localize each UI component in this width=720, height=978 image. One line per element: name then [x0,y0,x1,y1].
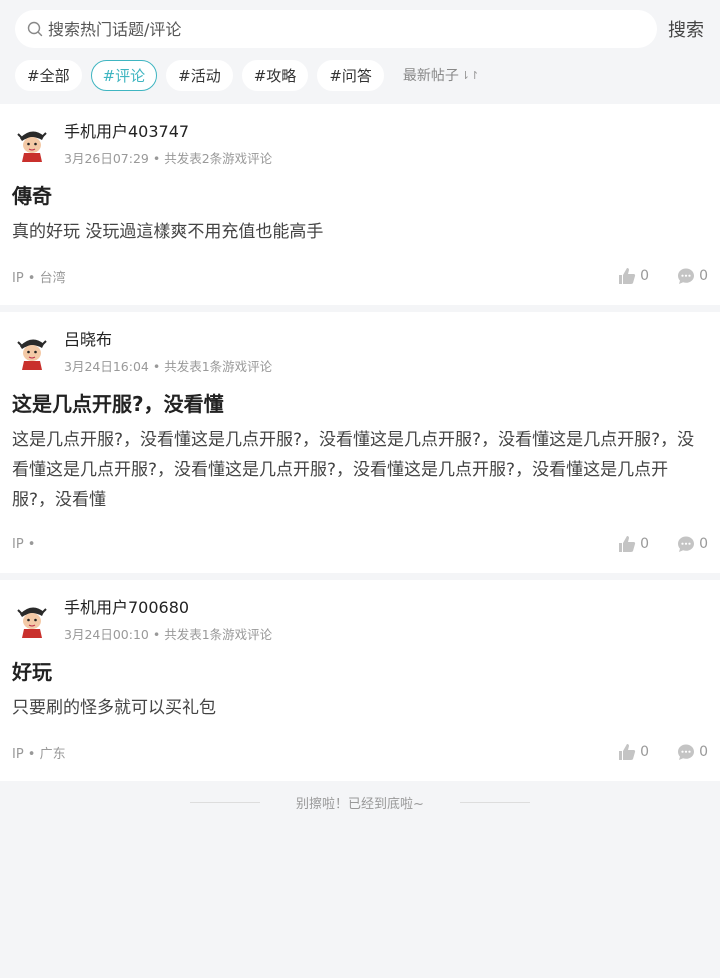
comment-icon [678,268,695,284]
search-input[interactable] [48,19,608,39]
post-body: 这是几点开服?，没看懂这是几点开服?，没看懂这是几点开服?，没看懂这是几点开服?… [12,430,695,510]
post-title: 好玩 [12,660,52,684]
post-card[interactable]: 手机用户700680 3月24日00:10 • 共发表1条游戏评论 好玩 只要刷… [0,580,720,781]
post-meta: 3月24日16:04 • 共发表1条游戏评论 [64,359,273,374]
comment-button[interactable]: 0 [677,743,708,761]
comment-button[interactable]: 0 [677,535,708,553]
post-title: 傳奇 [12,184,52,208]
post-footer: IP • 台湾 0 0 [12,247,708,305]
post-username[interactable]: 吕晓布 [64,326,272,350]
tag-all[interactable]: #全部 [15,59,82,91]
post-actions: 0 0 [590,743,708,761]
divider-line [190,801,261,803]
post-meta: 3月26日07:29 • 共发表2条游戏评论 [64,151,273,166]
post-card[interactable]: 手机用户403747 3月26日07:29 • 共发表2条游戏评论 傳奇 真的好… [0,104,720,305]
tag-filter-bar: #全部 #评论 #活动 #攻略 #问答 最新帖子 ⇂↾ [15,59,706,91]
avatar[interactable] [12,124,52,164]
post-title: 这是几点开服?，没看懂 [12,392,224,416]
post-ip-location: IP • [12,536,36,552]
thumbs-up-icon [619,268,636,284]
post-list: 手机用户403747 3月26日07:29 • 共发表2条游戏评论 傳奇 真的好… [0,104,720,781]
post-header: 手机用户700680 3月24日00:10 • 共发表1条游戏评论 [12,596,708,643]
search-button[interactable]: 搜索 [668,16,704,42]
divider-line [459,801,530,803]
post-footer: IP • 0 0 [12,515,708,573]
comment-count: 0 [699,744,708,760]
comment-icon [678,744,695,760]
avatar[interactable] [12,332,52,372]
search-icon [27,21,43,37]
like-count: 0 [640,268,650,284]
tag-qa[interactable]: #问答 [317,59,384,91]
avatar[interactable] [12,600,52,640]
post-username[interactable]: 手机用户700680 [64,594,272,618]
thumbs-up-icon [619,536,636,552]
like-button[interactable]: 0 [618,535,649,553]
post-card[interactable]: 吕晓布 3月24日16:04 • 共发表1条游戏评论 这是几点开服?，没看懂 这… [0,312,720,573]
sort-toggle[interactable]: 最新帖子 ⇂↾ [403,65,479,85]
like-count: 0 [640,744,650,760]
thumbs-up-icon [619,744,636,760]
post-body: 只要刷的怪多就可以买礼包 [12,698,216,718]
sort-label: 最新帖子 [402,68,459,84]
like-button[interactable]: 0 [618,743,649,761]
post-ip-location: IP • 台湾 [12,270,66,286]
comment-button[interactable]: 0 [677,267,708,285]
tag-events[interactable]: #活动 [166,59,233,91]
comment-icon [678,536,695,552]
search-row: 搜索 [15,10,706,48]
post-header: 吕晓布 3月24日16:04 • 共发表1条游戏评论 [12,328,708,375]
end-of-list-text: 别擦啦！已经到底啦~ [296,796,424,812]
post-body: 真的好玩 没玩過這樣爽不用充值也能高手 [12,222,324,242]
post-meta: 3月24日00:10 • 共发表1条游戏评论 [64,627,273,642]
tag-comments[interactable]: #评论 [90,59,158,91]
like-count: 0 [640,536,650,552]
like-button[interactable]: 0 [618,267,649,285]
post-footer: IP • 广东 0 0 [12,723,708,781]
comment-count: 0 [699,268,708,284]
post-actions: 0 0 [590,267,708,285]
sort-arrows-icon: ⇂↾ [460,68,480,82]
post-ip-location: IP • 广东 [12,746,66,762]
post-actions: 0 0 [590,535,708,553]
post-header: 手机用户403747 3月26日07:29 • 共发表2条游戏评论 [12,120,708,167]
post-username[interactable]: 手机用户403747 [64,118,272,142]
top-bar: 搜索 #全部 #评论 #活动 #攻略 #问答 最新帖子 ⇂↾ [0,0,720,104]
comment-count: 0 [699,536,708,552]
search-box[interactable] [15,10,657,48]
tag-guides[interactable]: #攻略 [241,59,309,91]
end-of-list: 别擦啦！已经到底啦~ [0,781,720,823]
